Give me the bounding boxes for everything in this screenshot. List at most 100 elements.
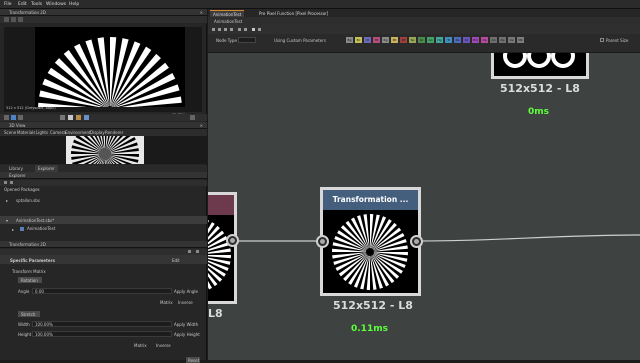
viewer3d-menu-renderer[interactable]: Renderer: [105, 130, 123, 135]
reset-button[interactable]: Reset: [186, 357, 200, 363]
explorer-item-sptallon[interactable]: sptallon.sbs: [16, 198, 40, 203]
stretch-label: Stretch: [21, 312, 36, 317]
node-left-thumbnail: [208, 215, 234, 301]
viewer3d-menu-environment[interactable]: Environment: [65, 130, 91, 135]
left-panels: Transformation 2D ✕ 512 x 512 (Greyscale…: [0, 9, 207, 363]
viewer3d-canvas[interactable]: [0, 136, 207, 164]
tree-toggle-icon[interactable]: ▸: [12, 227, 14, 232]
viewer3d-menu: Scene Materials Lights Camera Environmen…: [0, 129, 207, 136]
viewer3d-title: 3D View: [9, 123, 26, 128]
node-top-right-thumbnail: [494, 44, 586, 76]
viewer3d-menu-camera[interactable]: Camera: [50, 130, 66, 135]
angle-value: 0.00: [35, 289, 44, 294]
matrix-label-2: Matrix: [134, 343, 147, 348]
params-section-header[interactable]: Specific Parameters Edit: [0, 255, 207, 264]
starburst-preview-image: [35, 27, 185, 181]
alpha-icon[interactable]: [18, 115, 23, 120]
params-subsection: Transform Matrix: [12, 269, 46, 274]
viewer2d-bottom-toolbar: [0, 114, 207, 121]
view-icon[interactable]: [4, 115, 9, 120]
viewer2d-status: 512 x 512 (Greyscale, 8bpc): [6, 106, 56, 110]
graph-panel[interactable]: AnimationTest Pre Pixel Function [Pixel …: [208, 9, 640, 360]
inverse-label-2: Inverse: [156, 343, 171, 348]
viewer3d-header: 3D View ✕: [0, 122, 207, 129]
starburst-center: [366, 248, 374, 256]
help-icon[interactable]: [196, 250, 199, 253]
sort-icon[interactable]: [76, 115, 81, 120]
tree-toggle-icon[interactable]: ▸: [6, 198, 8, 203]
explorer-section: Opened Packages: [4, 187, 40, 192]
starburst-center: [99, 148, 111, 160]
explorer-header: Explorer: [0, 172, 207, 179]
transformation-node[interactable]: Transformation ...: [320, 187, 421, 296]
new-icon[interactable]: [4, 181, 7, 184]
menu-tools[interactable]: Tools: [31, 2, 42, 7]
node-left-partial[interactable]: [208, 192, 237, 304]
matrix-label: Matrix: [160, 300, 173, 305]
transformation-node-title: Transformation ...: [323, 190, 418, 210]
width-label: Width: [18, 322, 30, 327]
angle-field[interactable]: 0.00: [32, 288, 172, 294]
transformation-node-timing: 0.11ms: [351, 324, 388, 334]
texture-preview: [35, 27, 185, 181]
width-field[interactable]: 100.00%: [32, 321, 172, 327]
menu-help[interactable]: Help: [69, 2, 79, 7]
transformation-node-size: 512x512 - L8: [333, 299, 413, 312]
zoom-icon[interactable]: [190, 115, 195, 120]
settings-icon[interactable]: [188, 250, 191, 253]
pan-icon[interactable]: [60, 115, 65, 120]
transformation-node-thumbnail: [323, 210, 418, 293]
viewer3d-menu-materials[interactable]: Materials: [17, 130, 35, 135]
node-top-right-timing: 0ms: [528, 107, 549, 117]
height-apply[interactable]: Apply Height: [174, 332, 200, 337]
stretch-button[interactable]: Stretch: [18, 311, 40, 317]
rotation-button[interactable]: Rotation: [18, 277, 42, 283]
output-pin[interactable]: [410, 235, 423, 248]
tab-explorer[interactable]: Explorer: [35, 165, 58, 172]
menu-bar: File Edit Tools Windows Help: [0, 0, 640, 9]
3d-preview-image: [66, 136, 144, 164]
tile-icon[interactable]: [11, 17, 16, 22]
angle-label: Angle: [18, 289, 30, 294]
viewer2d-canvas[interactable]: 512 x 512 (Greyscale, 8bpc) 65.70%: [4, 27, 202, 181]
viewer3d-menu-lights[interactable]: Lights: [36, 130, 48, 135]
explorer-spacer: [0, 205, 207, 214]
fit-icon[interactable]: [84, 115, 89, 120]
display-icon[interactable]: [4, 17, 9, 22]
params-section: Specific Parameters: [10, 258, 55, 263]
menu-windows[interactable]: Windows: [46, 2, 66, 7]
explorer-item-animationtest[interactable]: AnimationTest: [27, 226, 55, 231]
node-top-right[interactable]: [491, 44, 589, 79]
viewer3d-menu-scene[interactable]: Scene: [4, 130, 16, 135]
width-apply[interactable]: Apply Width: [174, 322, 198, 327]
color-icon[interactable]: [11, 115, 16, 120]
input-pin[interactable]: [316, 235, 329, 248]
inverse-label: Inverse: [178, 300, 193, 305]
select-icon[interactable]: [68, 115, 73, 120]
menu-edit[interactable]: Edit: [18, 2, 27, 7]
rotation-label: Rotation: [21, 278, 38, 283]
angle-apply[interactable]: Apply Angle: [174, 289, 198, 294]
tab-library[interactable]: Library: [9, 166, 23, 171]
close-icon[interactable]: ✕: [200, 10, 203, 15]
height-field[interactable]: 100.00%: [32, 331, 172, 337]
tree-toggle-icon[interactable]: ▾: [6, 218, 8, 223]
menu-file[interactable]: File: [4, 2, 12, 7]
output-pin[interactable]: [226, 234, 239, 247]
height-label: Height: [18, 332, 32, 337]
explorer-title: Explorer: [9, 173, 26, 178]
edit-icon[interactable]: Edit: [172, 258, 180, 263]
height-value: 100.00%: [35, 332, 53, 337]
channel-icon[interactable]: [18, 17, 23, 22]
viewer2d-title: Transformation 2D: [9, 10, 46, 15]
reset-label: Reset: [188, 358, 200, 363]
open-icon[interactable]: [10, 181, 13, 184]
node-top-right-size: 512x512 - L8: [500, 82, 580, 95]
close-icon[interactable]: ✕: [200, 123, 203, 128]
explorer-item-selected[interactable]: ▾ AnimationTest.sbs*: [0, 216, 207, 224]
explorer-tabs: Library Explorer: [0, 165, 207, 172]
explorer-item-animationtest-sbs[interactable]: AnimationTest.sbs*: [16, 218, 54, 223]
viewer3d-menu-display[interactable]: Display: [90, 130, 105, 135]
viewer2d-toolbar: [0, 16, 207, 23]
width-value: 100.00%: [35, 322, 53, 327]
